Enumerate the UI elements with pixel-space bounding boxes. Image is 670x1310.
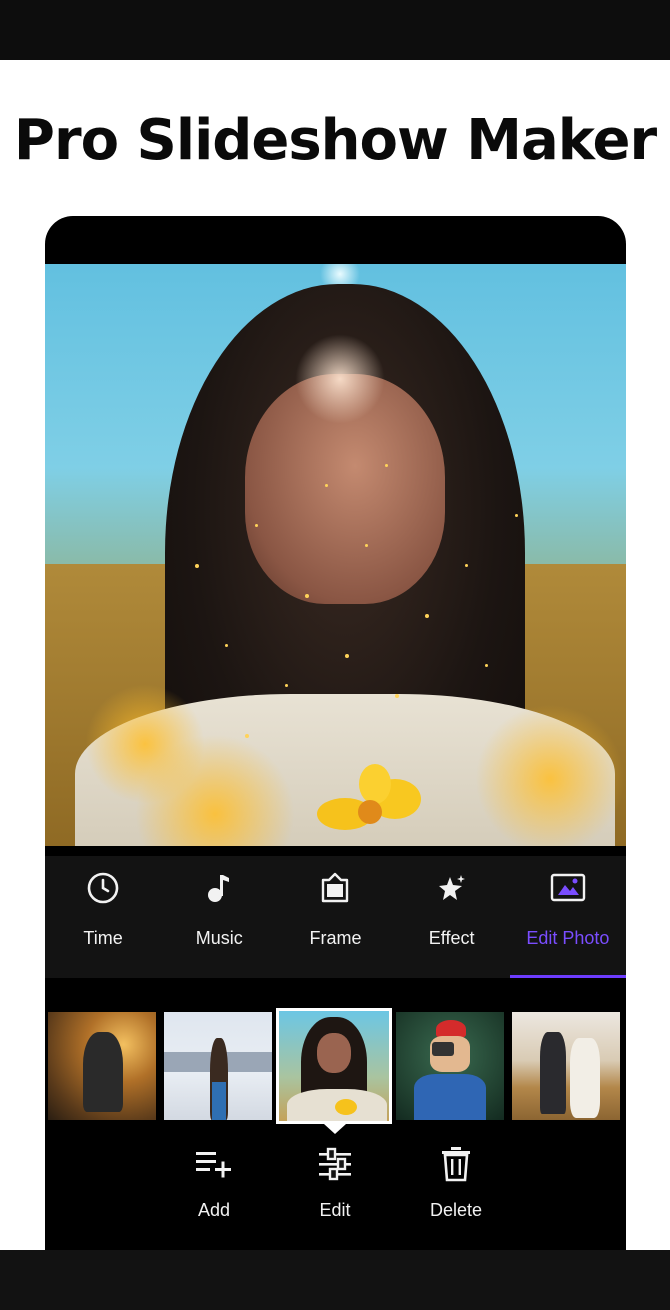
delete-label: Delete bbox=[429, 1200, 483, 1220]
trash-icon bbox=[436, 1144, 476, 1184]
tab-effect[interactable]: Effect bbox=[394, 856, 510, 978]
tab-effect-label: Effect bbox=[428, 928, 475, 948]
sliders-edit-icon bbox=[315, 1144, 355, 1184]
selected-photo-pointer bbox=[324, 1124, 346, 1134]
tab-music-label: Music bbox=[195, 928, 243, 948]
photo-hooded-field[interactable] bbox=[48, 1012, 156, 1120]
flower-decoration bbox=[317, 764, 421, 830]
frame-icon bbox=[315, 868, 355, 908]
edit-button[interactable]: Edit bbox=[285, 1144, 385, 1221]
photo-action-bar: Add Edit Delete bbox=[45, 1138, 626, 1248]
feature-tab-bar: Time Music Frame Effect Edit Photo bbox=[45, 856, 626, 978]
tab-frame-label: Frame bbox=[309, 928, 362, 948]
tab-edit-photo[interactable]: Edit Photo bbox=[509, 856, 626, 978]
tab-edit-photo-label: Edit Photo bbox=[526, 928, 610, 948]
image-edit-icon bbox=[548, 868, 588, 908]
bottom-system-bar bbox=[0, 1250, 670, 1310]
edit-label: Edit bbox=[319, 1200, 351, 1220]
add-list-icon bbox=[194, 1144, 234, 1184]
tab-frame[interactable]: Frame bbox=[277, 856, 393, 978]
clock-icon bbox=[83, 868, 123, 908]
photo-girl-hair-blowing[interactable] bbox=[276, 1008, 392, 1124]
photo-strip bbox=[45, 1006, 626, 1134]
photo-girl-camera[interactable] bbox=[396, 1012, 504, 1120]
photo-preview bbox=[45, 264, 626, 846]
delete-button[interactable]: Delete bbox=[406, 1144, 506, 1221]
promo-headline: Pro Slideshow Maker bbox=[13, 108, 657, 173]
sparkle-effect-icon bbox=[432, 868, 472, 908]
tab-time[interactable]: Time bbox=[45, 856, 161, 978]
tab-music[interactable]: Music bbox=[161, 856, 277, 978]
add-label: Add bbox=[197, 1200, 231, 1220]
active-tab-indicator bbox=[509, 975, 626, 978]
photo-couple-field[interactable] bbox=[512, 1012, 620, 1120]
top-system-bar bbox=[0, 0, 670, 60]
phone-mockup: Time Music Frame Effect Edit Photo Add E… bbox=[45, 216, 626, 1250]
music-note-icon bbox=[199, 868, 239, 908]
tab-time-label: Time bbox=[83, 928, 123, 948]
add-button[interactable]: Add bbox=[164, 1144, 264, 1221]
photo-girl-rooftop[interactable] bbox=[164, 1012, 272, 1120]
